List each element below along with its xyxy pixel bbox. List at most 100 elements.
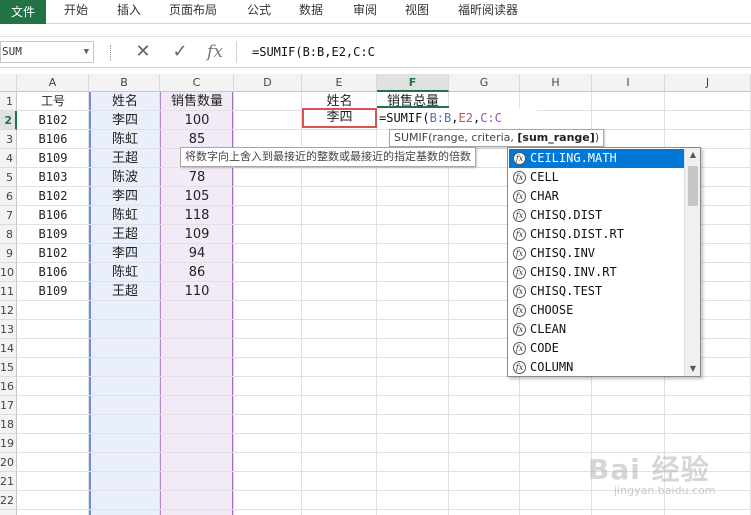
tab-foxit-reader[interactable]: 福昕阅读器 bbox=[458, 0, 518, 24]
tab-insert[interactable]: 插入 bbox=[117, 0, 141, 24]
autocomplete-item[interactable]: fx CHOOSE bbox=[509, 301, 685, 320]
row-header-6[interactable]: 6 bbox=[0, 187, 17, 206]
cell-b8[interactable]: 王超 bbox=[89, 225, 161, 244]
cell-a8[interactable]: B109 bbox=[17, 225, 89, 244]
cell-a6[interactable]: B102 bbox=[17, 187, 89, 206]
tab-data[interactable]: 数据 bbox=[299, 0, 323, 24]
cell-c9[interactable]: 94 bbox=[160, 244, 234, 263]
cell-a3[interactable]: B106 bbox=[17, 130, 89, 149]
column-header-e[interactable]: E bbox=[302, 74, 377, 92]
row-header-13[interactable]: 13 bbox=[0, 320, 17, 339]
chevron-down-icon[interactable]: ▼ bbox=[84, 42, 89, 62]
row-header-11[interactable]: 11 bbox=[0, 282, 17, 301]
autocomplete-item[interactable]: fx CHISQ.INV bbox=[509, 244, 685, 263]
row-header-15[interactable]: 15 bbox=[0, 358, 17, 377]
row-header-22[interactable]: 22 bbox=[0, 491, 17, 510]
column-header-f[interactable]: F bbox=[377, 74, 449, 92]
autocomplete-item[interactable]: fx CHISQ.DIST.RT bbox=[509, 225, 685, 244]
tab-view[interactable]: 视图 bbox=[405, 0, 429, 24]
column-header-g[interactable]: G bbox=[449, 74, 520, 92]
cell-c8[interactable]: 109 bbox=[160, 225, 234, 244]
close-icon[interactable]: ✕ bbox=[129, 41, 157, 63]
row-header-8[interactable]: 8 bbox=[0, 225, 17, 244]
column-header-j[interactable]: J bbox=[665, 74, 751, 92]
formula-bar-grip[interactable] bbox=[110, 45, 112, 61]
cell-b10[interactable]: 陈虹 bbox=[89, 263, 161, 282]
autocomplete-item[interactable]: fx CEILING.MATH bbox=[509, 149, 685, 168]
column-header-i[interactable]: I bbox=[592, 74, 665, 92]
autocomplete-item[interactable]: fx CHISQ.INV.RT bbox=[509, 263, 685, 282]
row-header-5[interactable]: 5 bbox=[0, 168, 17, 187]
row-header-18[interactable]: 18 bbox=[0, 415, 17, 434]
column-header-a[interactable]: A bbox=[17, 74, 89, 92]
row-header-20[interactable]: 20 bbox=[0, 453, 17, 472]
cell-b11[interactable]: 王超 bbox=[89, 282, 161, 301]
row-header-10[interactable]: 10 bbox=[0, 263, 17, 282]
cell-c2[interactable]: 100 bbox=[160, 111, 234, 130]
cell-e2[interactable]: 李四 bbox=[302, 108, 377, 128]
row-header-19[interactable]: 19 bbox=[0, 434, 17, 453]
row-header-3[interactable]: 3 bbox=[0, 130, 17, 149]
function-autocomplete[interactable]: fx CEILING.MATH fx CELL fx CHAR fx CHISQ.DIST fx… bbox=[507, 147, 701, 377]
cell-a9[interactable]: B102 bbox=[17, 244, 89, 263]
row-header-2[interactable]: 2 bbox=[0, 111, 17, 130]
autocomplete-item[interactable]: fx CLEAN bbox=[509, 320, 685, 339]
row-header-12[interactable]: 12 bbox=[0, 301, 17, 320]
row-header-4[interactable]: 4 bbox=[0, 149, 17, 168]
row-header-1[interactable]: 1 bbox=[0, 92, 17, 111]
autocomplete-item[interactable]: fx CELL bbox=[509, 168, 685, 187]
cell-b5[interactable]: 陈波 bbox=[89, 168, 161, 187]
cell-f2-editing[interactable]: =SUMIF(B:B,E2,C:C bbox=[377, 108, 537, 128]
formula-input[interactable]: =SUMIF(B:B,E2,C:C bbox=[236, 41, 751, 63]
check-icon[interactable]: ✓ bbox=[166, 41, 194, 63]
row-header-14[interactable]: 14 bbox=[0, 339, 17, 358]
tab-page-layout[interactable]: 页面布局 bbox=[169, 0, 217, 24]
column-header-d[interactable]: D bbox=[234, 74, 302, 92]
cell-a4[interactable]: B109 bbox=[17, 149, 89, 168]
row-header-9[interactable]: 9 bbox=[0, 244, 17, 263]
cell-c5[interactable]: 78 bbox=[160, 168, 234, 187]
insert-function-button[interactable]: fx bbox=[201, 41, 229, 63]
cell-c6[interactable]: 105 bbox=[160, 187, 234, 206]
chevron-down-icon[interactable]: ▼ bbox=[685, 362, 701, 376]
cell-b2[interactable]: 李四 bbox=[89, 111, 161, 130]
cell-a5[interactable]: B103 bbox=[17, 168, 89, 187]
cell-b7[interactable]: 陈虹 bbox=[89, 206, 161, 225]
cell-a10[interactable]: B106 bbox=[17, 263, 89, 282]
row-header-21[interactable]: 21 bbox=[0, 472, 17, 491]
cell-b4[interactable]: 王超 bbox=[89, 149, 161, 168]
cell-a11[interactable]: B109 bbox=[17, 282, 89, 301]
autocomplete-item[interactable]: fx COLUMN bbox=[509, 358, 685, 377]
cell-b1[interactable]: 姓名 bbox=[89, 92, 161, 111]
autocomplete-item[interactable]: fx CHISQ.DIST bbox=[509, 206, 685, 225]
cell-c10[interactable]: 86 bbox=[160, 263, 234, 282]
autocomplete-scrollbar[interactable]: ▲ ▼ bbox=[684, 148, 700, 376]
file-tab[interactable]: 文件 bbox=[0, 0, 46, 24]
tab-review[interactable]: 审阅 bbox=[353, 0, 377, 24]
cell-a7[interactable]: B106 bbox=[17, 206, 89, 225]
autocomplete-item[interactable]: fx CHISQ.TEST bbox=[509, 282, 685, 301]
cell-b6[interactable]: 李四 bbox=[89, 187, 161, 206]
name-box[interactable]: SUM ▼ bbox=[0, 41, 94, 63]
tab-formulas[interactable]: 公式 bbox=[247, 0, 271, 24]
column-header-h[interactable]: H bbox=[520, 74, 592, 92]
column-header-c[interactable]: C bbox=[160, 74, 234, 92]
tab-home[interactable]: 开始 bbox=[64, 0, 88, 24]
column-header-b[interactable]: B bbox=[89, 74, 160, 92]
row-header-23[interactable]: 23 bbox=[0, 510, 17, 515]
cell-c7[interactable]: 118 bbox=[160, 206, 234, 225]
cell-c11[interactable]: 110 bbox=[160, 282, 234, 301]
cell-a2[interactable]: B102 bbox=[17, 111, 89, 130]
autocomplete-item[interactable]: fx CODE bbox=[509, 339, 685, 358]
autocomplete-item[interactable]: fx CHAR bbox=[509, 187, 685, 206]
cell-b3[interactable]: 陈虹 bbox=[89, 130, 161, 149]
cell-c1[interactable]: 销售数量 bbox=[160, 92, 234, 111]
scrollbar-thumb[interactable] bbox=[688, 166, 698, 206]
row-header-16[interactable]: 16 bbox=[0, 377, 17, 396]
select-all-corner[interactable] bbox=[0, 74, 17, 92]
row-header-17[interactable]: 17 bbox=[0, 396, 17, 415]
cell-b9[interactable]: 李四 bbox=[89, 244, 161, 263]
row-header-7[interactable]: 7 bbox=[0, 206, 17, 225]
cell-a1[interactable]: 工号 bbox=[17, 92, 89, 111]
chevron-up-icon[interactable]: ▲ bbox=[685, 148, 701, 162]
